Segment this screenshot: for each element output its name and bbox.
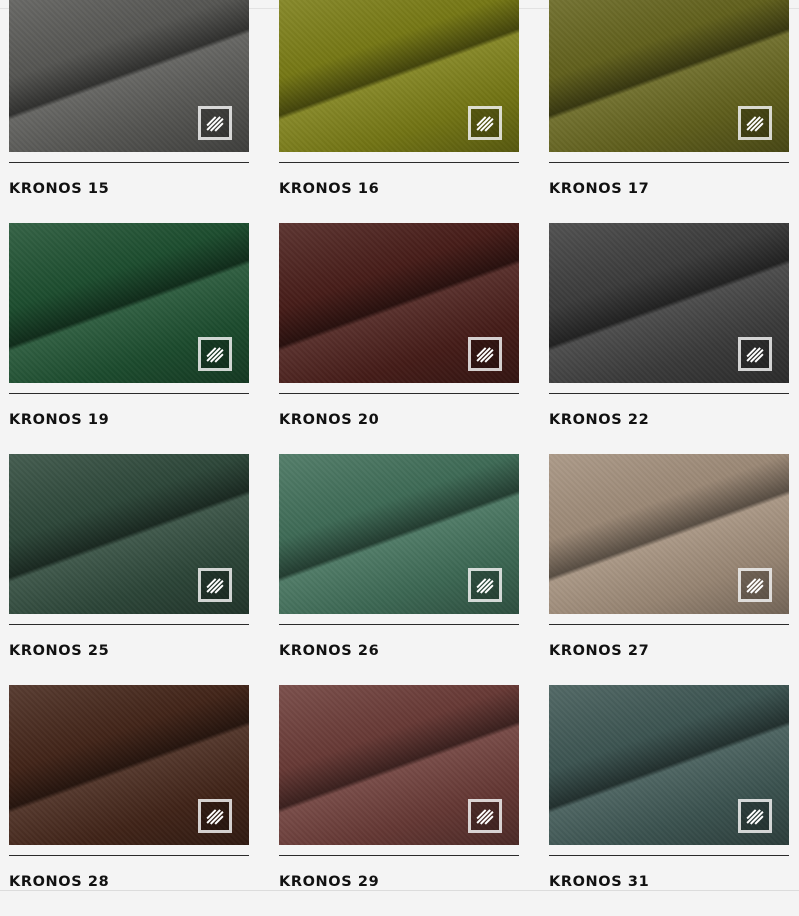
fabric-card[interactable]: KRONOS 17 [549, 0, 789, 223]
fabric-texture-icon [468, 568, 502, 602]
fabric-swatch-image[interactable] [279, 223, 519, 383]
card-divider [279, 162, 519, 163]
fabric-texture-icon [738, 106, 772, 140]
fabric-texture-icon [198, 568, 232, 602]
fabric-card[interactable]: KRONOS 26 [279, 454, 519, 685]
card-divider [549, 162, 789, 163]
fabric-card[interactable]: KRONOS 27 [549, 454, 789, 685]
card-divider [9, 393, 249, 394]
fabric-name[interactable]: KRONOS 22 [549, 412, 649, 428]
fabric-name[interactable]: KRONOS 29 [279, 874, 379, 890]
fabric-grid: KRONOS 15 KRONOS 16 KRONOS 17 KRONOS 19 … [9, 0, 789, 916]
fabric-card[interactable]: KRONOS 20 [279, 223, 519, 454]
fabric-card[interactable]: KRONOS 25 [9, 454, 249, 685]
fabric-texture-icon [738, 799, 772, 833]
fabric-card[interactable]: KRONOS 19 [9, 223, 249, 454]
fabric-texture-icon [738, 337, 772, 371]
fabric-name[interactable]: KRONOS 17 [549, 181, 649, 197]
fabric-card[interactable]: KRONOS 22 [549, 223, 789, 454]
fabric-name[interactable]: KRONOS 15 [9, 181, 109, 197]
fabric-card[interactable]: KRONOS 31 [549, 685, 789, 916]
fabric-swatch-image[interactable] [549, 685, 789, 845]
fabric-texture-icon [198, 799, 232, 833]
fabric-card[interactable]: KRONOS 15 [9, 0, 249, 223]
fabric-swatch-image[interactable] [549, 223, 789, 383]
card-divider [549, 624, 789, 625]
fabric-card[interactable]: KRONOS 29 [279, 685, 519, 916]
card-divider [279, 624, 519, 625]
card-divider [9, 162, 249, 163]
card-divider [9, 855, 249, 856]
fabric-texture-icon [468, 337, 502, 371]
card-divider [549, 393, 789, 394]
fabric-swatch-image[interactable] [9, 454, 249, 614]
bottom-divider [0, 890, 799, 891]
fabric-swatch-image[interactable] [279, 454, 519, 614]
fabric-swatch-image[interactable] [9, 685, 249, 845]
fabric-texture-icon [738, 568, 772, 602]
fabric-name[interactable]: KRONOS 19 [9, 412, 109, 428]
fabric-name[interactable]: KRONOS 27 [549, 643, 649, 659]
fabric-texture-icon [468, 799, 502, 833]
card-divider [279, 393, 519, 394]
fabric-name[interactable]: KRONOS 16 [279, 181, 379, 197]
fabric-name[interactable]: KRONOS 28 [9, 874, 109, 890]
fabric-texture-icon [468, 106, 502, 140]
card-divider [279, 855, 519, 856]
fabric-card[interactable]: KRONOS 16 [279, 0, 519, 223]
fabric-name[interactable]: KRONOS 31 [549, 874, 649, 890]
fabric-texture-icon [198, 337, 232, 371]
card-divider [549, 855, 789, 856]
card-divider [9, 624, 249, 625]
fabric-swatch-image[interactable] [549, 454, 789, 614]
fabric-name[interactable]: KRONOS 20 [279, 412, 379, 428]
fabric-swatch-image[interactable] [279, 685, 519, 845]
fabric-name[interactable]: KRONOS 26 [279, 643, 379, 659]
fabric-card[interactable]: KRONOS 28 [9, 685, 249, 916]
fabric-swatch-image[interactable] [9, 0, 249, 152]
fabric-swatch-image[interactable] [279, 0, 519, 152]
fabric-swatch-image[interactable] [549, 0, 789, 152]
fabric-name[interactable]: KRONOS 25 [9, 643, 109, 659]
fabric-swatch-image[interactable] [9, 223, 249, 383]
fabric-texture-icon [198, 106, 232, 140]
